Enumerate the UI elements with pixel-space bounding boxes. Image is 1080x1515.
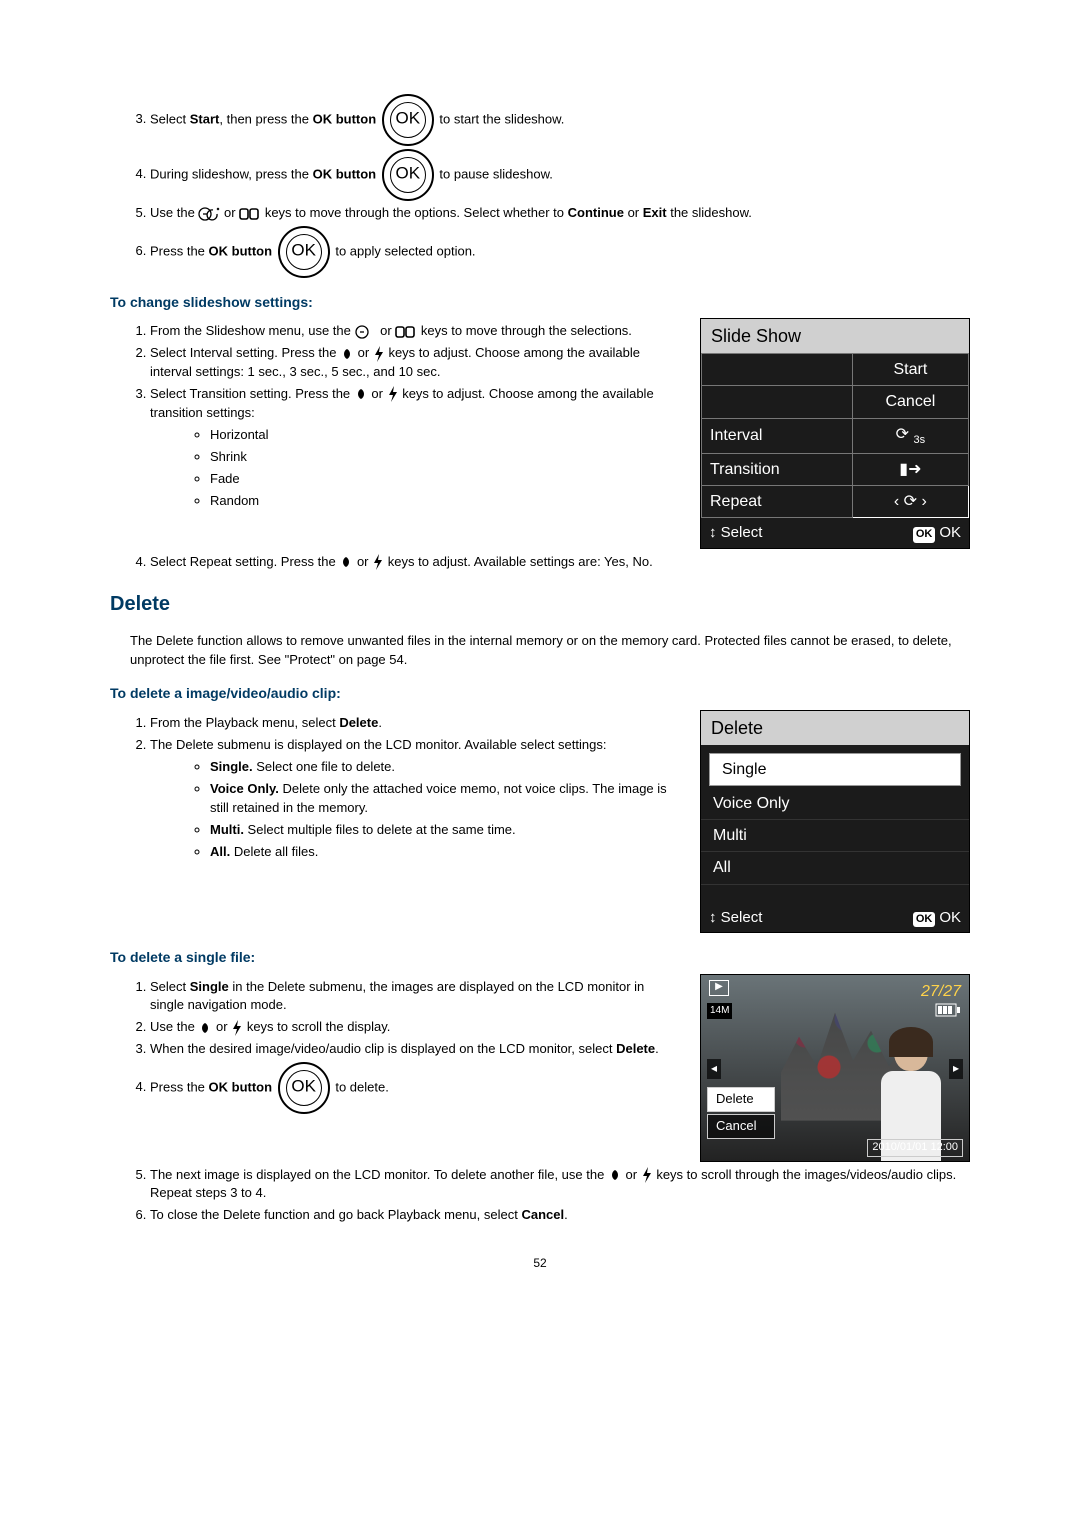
macro-up-icon (198, 1021, 212, 1035)
delete-item-voice: Voice Only (701, 788, 969, 820)
transition-fade: Fade (210, 470, 676, 489)
playback-icon: ▶ (709, 980, 729, 996)
flash-down-icon (231, 1020, 243, 1036)
delete-single-steps: Select Single in the Delete submenu, the… (110, 978, 676, 1114)
step-3: Select Start, then press the OK button t… (150, 94, 970, 146)
ok-pill-icon: OK (913, 527, 936, 543)
interval-icon: ⟳ (896, 426, 909, 443)
nav-left-icon: ◂ (707, 1059, 721, 1079)
change-step-3: Select Transition setting. Press the or … (150, 385, 676, 511)
transition-options: Horizontal Shrink Fade Random (150, 426, 676, 510)
delete-intro: The Delete function allows to remove unw… (130, 632, 970, 670)
del1-step-2: The Delete submenu is displayed on the L… (150, 736, 676, 862)
del1-step-1: From the Playback menu, select Delete. (150, 714, 676, 733)
lcd-title: Slide Show (701, 319, 969, 353)
delete-options: Single. Select one file to delete. Voice… (150, 758, 676, 861)
ok-button-icon (278, 226, 330, 278)
page: Select Start, then press the OK button t… (0, 0, 1080, 1313)
nav-right-icon: ▸ (949, 1059, 963, 1079)
macro-up-icon (340, 347, 354, 361)
step-5: Use the or keys to move through the opti… (150, 204, 970, 223)
zoom-in-icon (239, 207, 261, 221)
change-step-2: Select Interval setting. Press the or ke… (150, 344, 676, 382)
zoom-out-icon (198, 207, 220, 221)
change-step-4-list: Select Repeat setting. Press the or keys… (110, 553, 970, 572)
step-4: During slideshow, press the OK button to… (150, 149, 970, 201)
ok-pill-icon: OK (913, 912, 936, 928)
lcd-cancel: Cancel (852, 386, 968, 418)
lcd-title: Delete (701, 711, 969, 745)
lcd-row-repeat: Repeat (702, 485, 853, 517)
delete-item-single: Single (709, 753, 961, 786)
step-6: Press the OK button to apply selected op… (150, 226, 970, 278)
ok-button-icon (278, 1062, 330, 1114)
playback-photo-lcd: ▶ 27/27 14M ◂ ▸ Delete Cancel 2010/01/01… (700, 974, 970, 1162)
zoom-in-icon (395, 325, 417, 339)
lcd-row-interval: Interval (702, 418, 853, 453)
delete-lcd: Delete Single Voice Only Multi All ↕ Sel… (700, 710, 970, 934)
del2-step-3: When the desired image/video/audio clip … (150, 1040, 676, 1059)
transition-shrink: Shrink (210, 448, 676, 467)
lcd-footer: ↕ Select OKOK (701, 518, 969, 548)
photo-timestamp: 2010/01/01 12:00 (867, 1139, 963, 1157)
lcd-table: Start Cancel Interval⟳ 3s Transition▮➜ R… (701, 353, 969, 518)
heading-delete-single: To delete a single file: (110, 947, 970, 967)
heading-change-slideshow: To change slideshow settings: (110, 292, 970, 312)
battery-icon (935, 1003, 961, 1022)
menu-cancel: Cancel (707, 1114, 775, 1139)
slideshow-lcd: Slide Show Start Cancel Interval⟳ 3s Tra… (700, 318, 970, 549)
del2-step-5: The next image is displayed on the LCD m… (150, 1166, 970, 1204)
ok-button-icon (382, 149, 434, 201)
lcd-start: Start (852, 354, 968, 386)
flash-down-icon (372, 554, 384, 570)
ok-button-icon (382, 94, 434, 146)
change-slideshow-steps: From the Slideshow menu, use the or keys… (110, 322, 676, 511)
del2-step-4: Press the OK button to delete. (150, 1062, 676, 1114)
resolution-badge: 14M (707, 1003, 732, 1020)
lcd-row-transition: Transition (702, 453, 853, 485)
photo-counter: 27/27 (921, 980, 961, 1003)
slideshow-steps-continued: Select Start, then press the OK button t… (110, 94, 970, 278)
transition-horizontal: Horizontal (210, 426, 676, 445)
change-step-4: Select Repeat setting. Press the or keys… (150, 553, 970, 572)
change-step-1: From the Slideshow menu, use the or keys… (150, 322, 676, 341)
heading-delete-clip: To delete a image/video/audio clip: (110, 683, 970, 703)
zoom-out-icon (355, 325, 377, 339)
macro-up-icon (608, 1168, 622, 1182)
macro-up-icon (339, 555, 353, 569)
heading-delete: Delete (110, 590, 970, 619)
lcd-footer: ↕ Select OKOK (701, 903, 969, 933)
del2-step-6: To close the Delete function and go back… (150, 1206, 970, 1225)
delete-item-multi: Multi (701, 820, 969, 852)
macro-up-icon (354, 387, 368, 401)
page-number: 52 (110, 1255, 970, 1272)
delete-clip-steps: From the Playback menu, select Delete. T… (110, 714, 676, 862)
delete-item-all: All (701, 852, 969, 884)
flash-down-icon (373, 346, 385, 362)
repeat-icon: ‹ ⟳ › (852, 485, 968, 517)
del2-step-1: Select Single in the Delete submenu, the… (150, 978, 676, 1016)
delete-confirm-menu: Delete Cancel (707, 1085, 775, 1139)
del2-step-2: Use the or keys to scroll the display. (150, 1018, 676, 1037)
flash-down-icon (387, 386, 399, 402)
transition-icon: ▮➜ (852, 453, 968, 485)
delete-single-steps-cont: The next image is displayed on the LCD m… (110, 1166, 970, 1226)
flash-down-icon (641, 1167, 653, 1183)
menu-delete: Delete (707, 1087, 775, 1112)
transition-random: Random (210, 492, 676, 511)
